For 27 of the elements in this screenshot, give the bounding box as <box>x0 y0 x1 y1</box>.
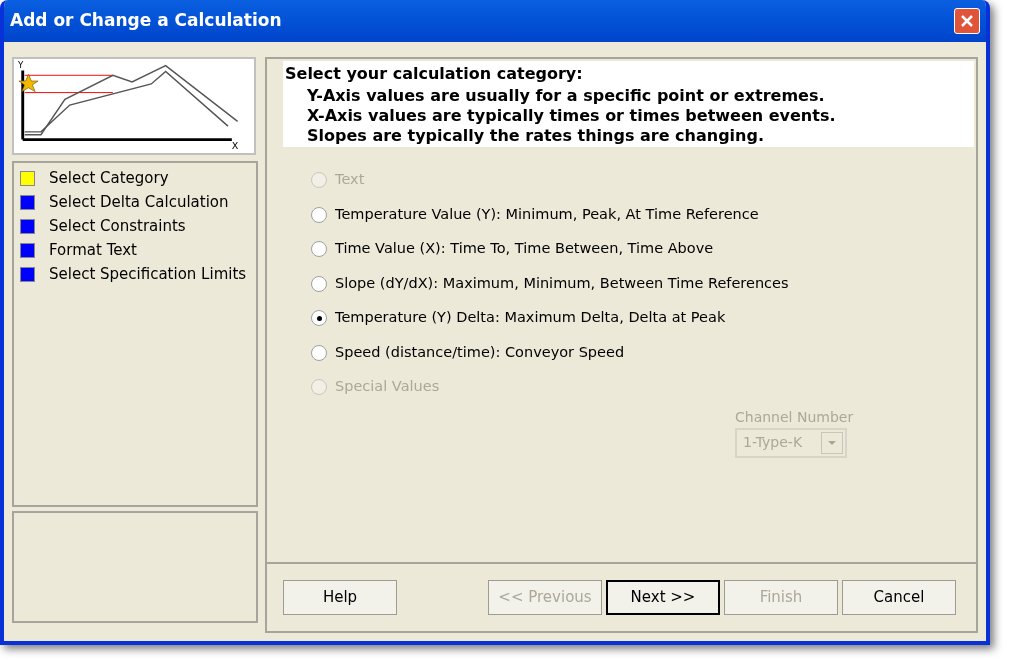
step-label: Select Delta Calculation <box>49 191 229 213</box>
category-radio-option[interactable]: Time Value (X): Time To, Time Between, Time Above <box>311 232 976 267</box>
step-label: Select Category <box>49 167 169 189</box>
step-label: Select Specification Limits <box>49 263 247 285</box>
close-icon <box>960 14 974 28</box>
dialog-button[interactable]: Help <box>283 580 397 615</box>
dialog-button[interactable]: Next >> <box>606 580 720 615</box>
radio-button[interactable] <box>311 275 327 292</box>
instructions-heading: Select your calculation category: <box>285 63 584 85</box>
instructions-line: X-Axis values are typically times or times between events. <box>306 106 837 126</box>
close-button[interactable] <box>954 8 980 34</box>
step-label: Format Text <box>49 239 137 261</box>
category-radio-option[interactable]: Temperature (Y) Delta: Maximum Delta, Delta at Peak <box>311 301 976 336</box>
radio-button[interactable] <box>311 206 327 223</box>
channel-number-label: Channel Number <box>735 407 855 427</box>
radio-button[interactable] <box>311 310 327 327</box>
radio-button[interactable] <box>311 241 327 258</box>
instructions-line: Y-Axis values are usually for a specific point or extremes. <box>306 86 826 106</box>
line-chart-thumbnail-drawing: Y X <box>12 57 256 155</box>
category-radio-option[interactable]: Speed (distance/time): Conveyor Speed <box>311 335 976 370</box>
category-radio-option[interactable]: Temperature Value (Y): Minimum, Peak, At Time Reference <box>311 197 976 232</box>
radio-button[interactable] <box>311 344 327 361</box>
window-title: Add or Change a Calculation <box>10 9 282 33</box>
instructions-line: Slopes are typically the rates things are changing. <box>306 126 765 146</box>
category-radio-option[interactable]: Slope (dY/dX): Maximum, Minimum, Between Time References <box>311 266 976 301</box>
step-label: Select Constraints <box>49 215 186 237</box>
dialog-button[interactable]: Cancel <box>842 580 956 615</box>
